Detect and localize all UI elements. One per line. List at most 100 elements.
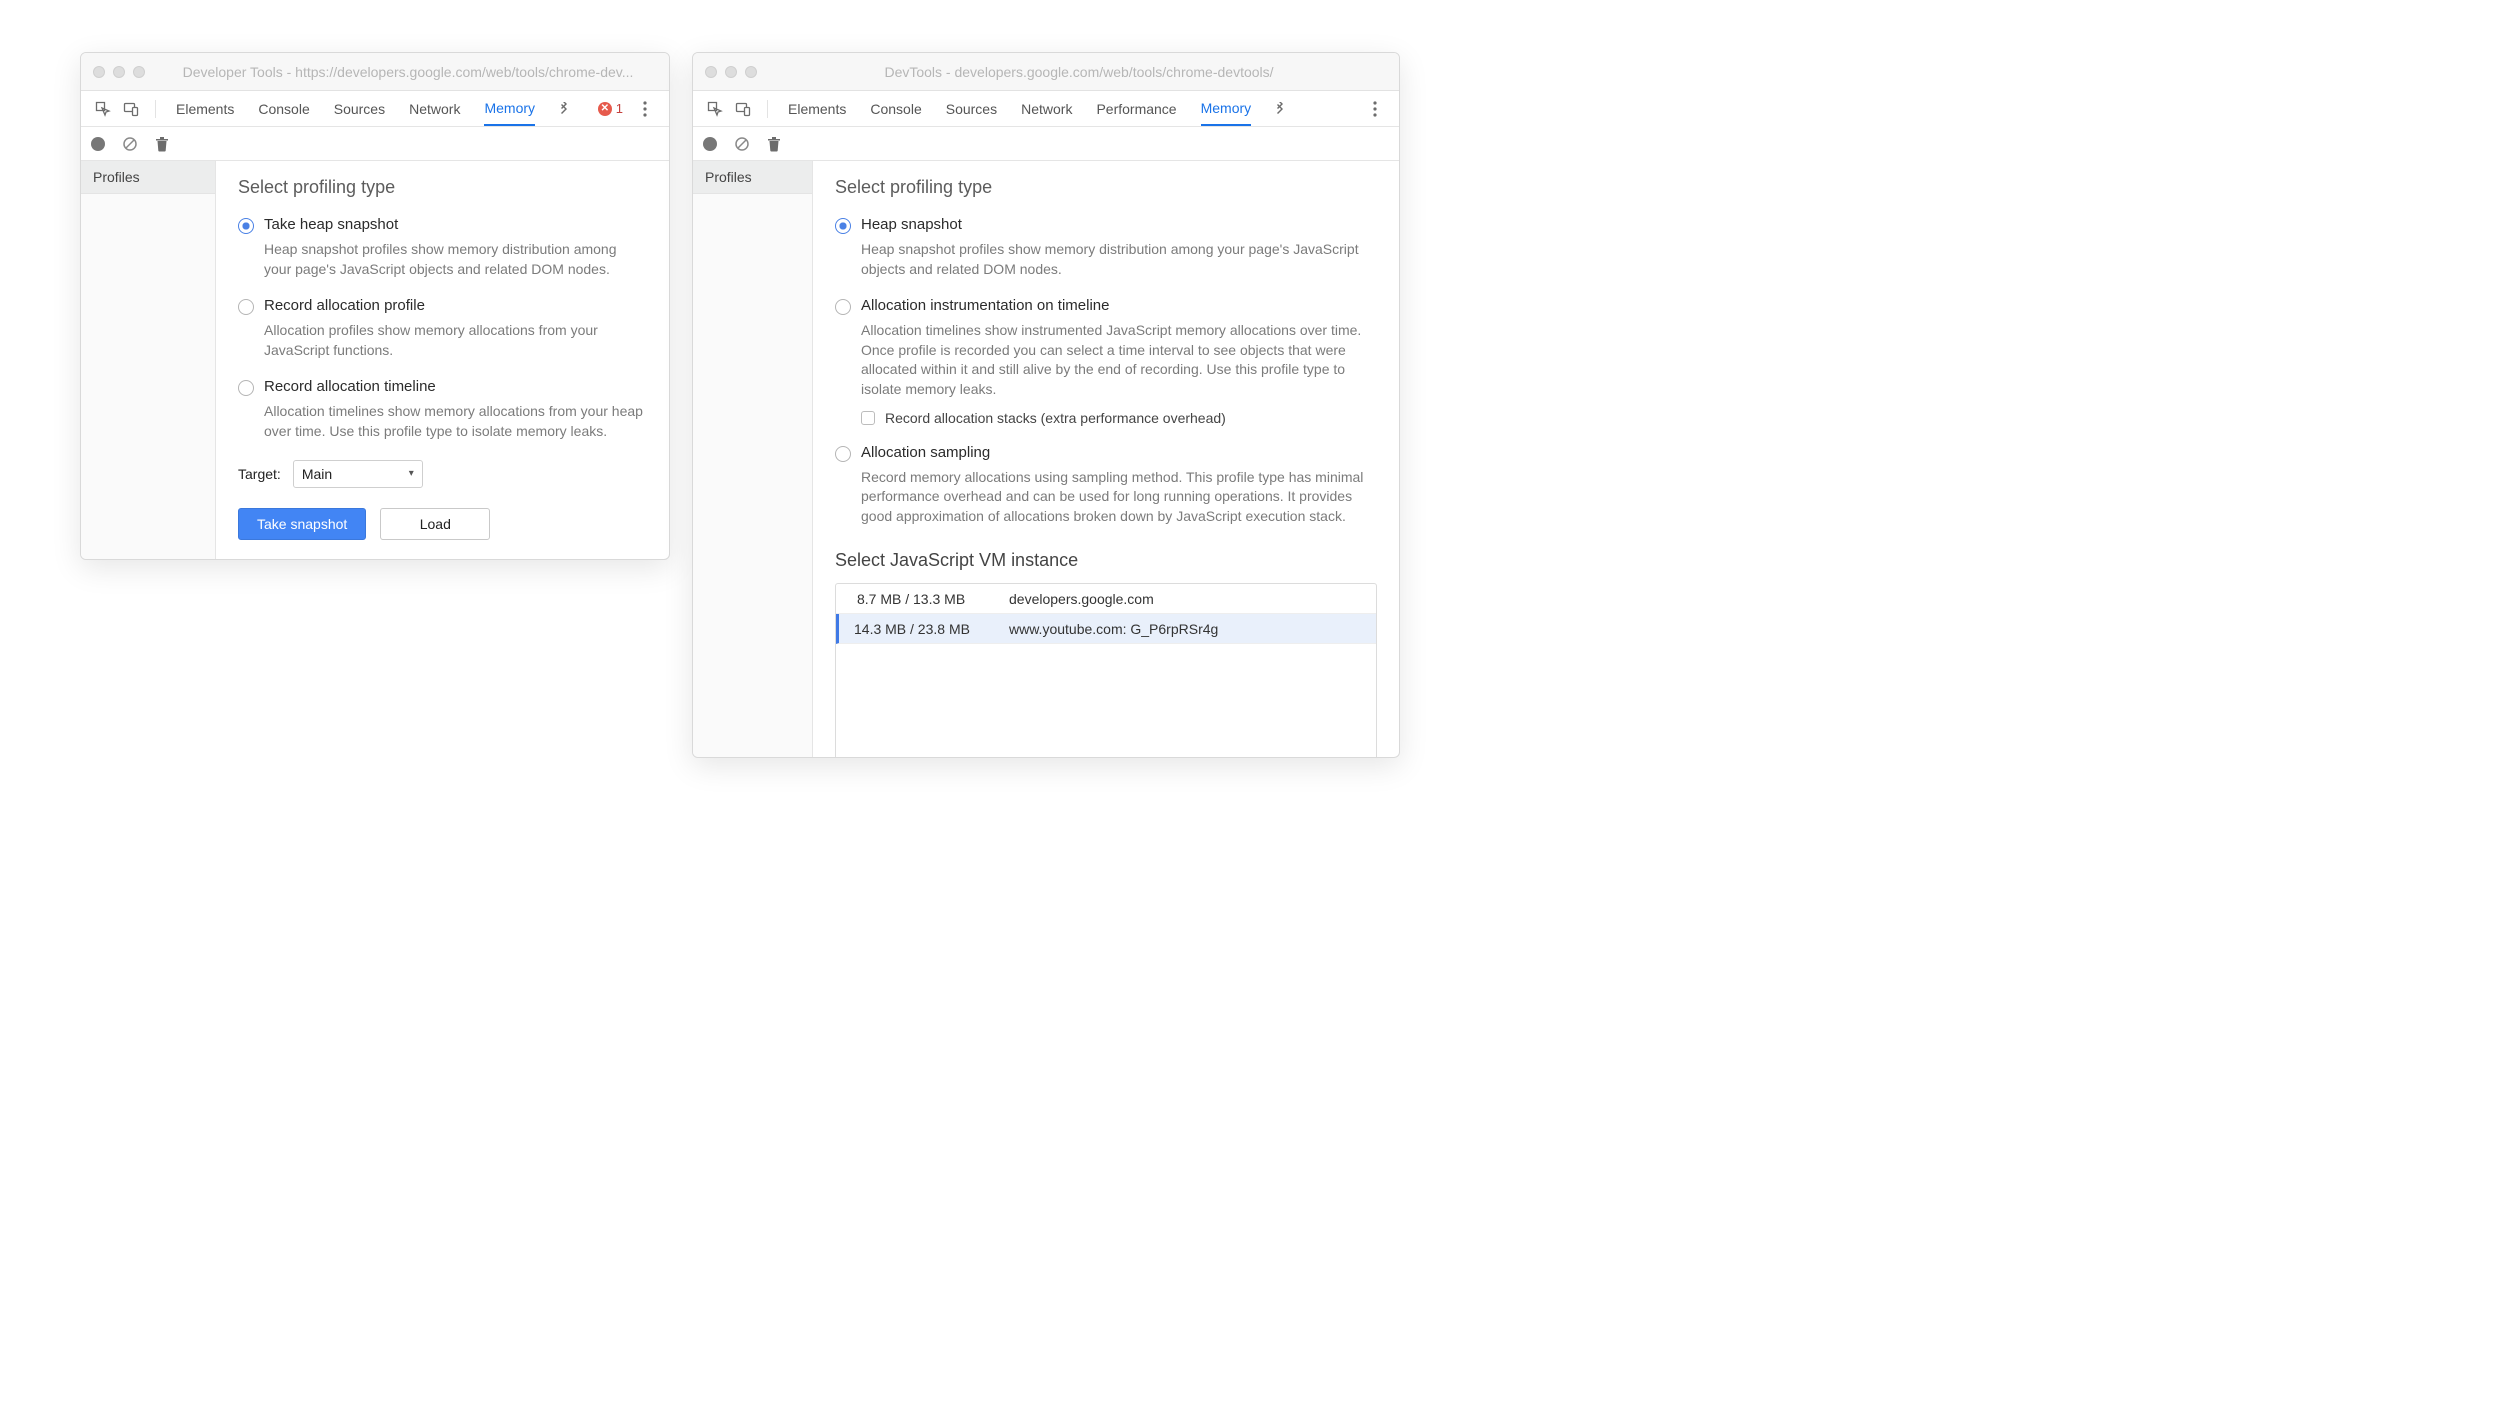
titlebar: Developer Tools - https://developers.goo…: [81, 53, 669, 91]
radio-heap-snapshot[interactable]: [835, 218, 851, 234]
clear-icon[interactable]: [121, 135, 139, 153]
toolbar-right: ✕ 1: [598, 97, 657, 121]
panel-tabstrip: Elements Console Sources Network Memory …: [81, 91, 669, 127]
tab-elements[interactable]: Elements: [788, 93, 846, 125]
option-heap-snapshot[interactable]: Heap snapshot Heap snapshot profiles sho…: [835, 216, 1377, 279]
target-row: Target: Main ▾: [238, 460, 647, 488]
more-tabs-icon[interactable]: [1269, 97, 1293, 121]
action-buttons: Take snapshot Load: [238, 508, 647, 540]
tab-memory[interactable]: Memory: [1201, 92, 1252, 126]
devtools-window-left: Developer Tools - https://developers.goo…: [80, 52, 670, 560]
separator: [155, 100, 156, 118]
zoom-traffic[interactable]: [133, 66, 145, 78]
radio-allocation-timeline[interactable]: [238, 380, 254, 396]
device-toggle-icon[interactable]: [119, 97, 143, 121]
chevron-down-icon: ▾: [409, 468, 414, 479]
option-allocation-timeline[interactable]: Record allocation timeline Allocation ti…: [238, 378, 647, 441]
tab-performance[interactable]: Performance: [1096, 93, 1176, 125]
panel-tabs: Elements Console Sources Network Memory: [176, 92, 594, 126]
option-title: Record allocation profile: [264, 297, 425, 314]
profiles-sidebar: Profiles: [693, 161, 813, 757]
profiling-subtoolbar: [693, 127, 1399, 161]
option-desc: Allocation timelines show memory allocat…: [264, 402, 647, 441]
select-profiling-type-heading: Select profiling type: [238, 177, 647, 198]
panel-tabstrip: Elements Console Sources Network Perform…: [693, 91, 1399, 127]
tab-sources[interactable]: Sources: [334, 93, 385, 125]
radio-allocation-sampling[interactable]: [835, 446, 851, 462]
record-icon[interactable]: [89, 135, 107, 153]
tab-network[interactable]: Network: [1021, 93, 1072, 125]
traffic-lights: [93, 66, 145, 78]
minimize-traffic[interactable]: [725, 66, 737, 78]
radio-allocation-timeline[interactable]: [835, 299, 851, 315]
vm-instance-table: 8.7 MB / 13.3 MB developers.google.com 1…: [835, 583, 1377, 757]
vm-instance-heading: Select JavaScript VM instance: [835, 550, 1377, 571]
option-title: Record allocation timeline: [264, 378, 436, 395]
profiles-section[interactable]: Profiles: [81, 161, 215, 194]
vm-row-selected[interactable]: 14.3 MB / 23.8 MB www.youtube.com: G_P6r…: [836, 614, 1376, 644]
inspect-element-icon[interactable]: [703, 97, 727, 121]
option-allocation-sampling[interactable]: Allocation sampling Record memory alloca…: [835, 444, 1377, 527]
profiling-content: Select profiling type Take heap snapshot…: [216, 161, 669, 559]
trash-icon[interactable]: [765, 135, 783, 153]
option-title: Take heap snapshot: [264, 216, 398, 233]
option-desc: Allocation profiles show memory allocati…: [264, 321, 647, 360]
vm-label: www.youtube.com: G_P6rpRSr4g: [1009, 621, 1376, 637]
minimize-traffic[interactable]: [113, 66, 125, 78]
titlebar: DevTools - developers.google.com/web/too…: [693, 53, 1399, 91]
record-stacks-label: Record allocation stacks (extra performa…: [885, 410, 1226, 426]
radio-allocation-profile[interactable]: [238, 299, 254, 315]
inspect-element-icon[interactable]: [91, 97, 115, 121]
target-value: Main: [302, 466, 332, 482]
target-label: Target:: [238, 466, 281, 482]
option-desc: Record memory allocations using sampling…: [861, 468, 1377, 527]
close-traffic[interactable]: [705, 66, 717, 78]
option-title: Allocation instrumentation on timeline: [861, 297, 1109, 314]
memory-panel-body: Profiles Select profiling type Heap snap…: [693, 161, 1399, 757]
device-toggle-icon[interactable]: [731, 97, 755, 121]
option-title: Allocation sampling: [861, 444, 990, 461]
error-count-value: 1: [616, 101, 623, 116]
record-stacks-checkbox[interactable]: [861, 411, 875, 425]
kebab-menu-icon[interactable]: [633, 97, 657, 121]
vm-row[interactable]: 8.7 MB / 13.3 MB developers.google.com: [836, 584, 1376, 614]
option-allocation-profile[interactable]: Record allocation profile Allocation pro…: [238, 297, 647, 360]
record-stacks-checkbox-row[interactable]: Record allocation stacks (extra performa…: [861, 410, 1377, 426]
trash-icon[interactable]: [153, 135, 171, 153]
target-select[interactable]: Main ▾: [293, 460, 423, 488]
clear-icon[interactable]: [733, 135, 751, 153]
error-count[interactable]: ✕ 1: [598, 101, 623, 116]
option-heap-snapshot[interactable]: Take heap snapshot Heap snapshot profile…: [238, 216, 647, 279]
option-desc: Heap snapshot profiles show memory distr…: [264, 240, 647, 279]
option-allocation-timeline[interactable]: Allocation instrumentation on timeline A…: [835, 297, 1377, 425]
tab-elements[interactable]: Elements: [176, 93, 234, 125]
tab-console[interactable]: Console: [258, 93, 309, 125]
vm-size: 8.7 MB / 13.3 MB: [839, 591, 1009, 607]
profiles-section[interactable]: Profiles: [693, 161, 812, 194]
devtools-window-right: DevTools - developers.google.com/web/too…: [692, 52, 1400, 758]
close-traffic[interactable]: [93, 66, 105, 78]
more-tabs-icon[interactable]: [553, 97, 577, 121]
error-icon: ✕: [598, 102, 612, 116]
option-desc: Allocation timelines show instrumented J…: [861, 321, 1377, 399]
window-title: Developer Tools - https://developers.goo…: [159, 64, 657, 80]
take-snapshot-button[interactable]: Take snapshot: [238, 508, 366, 540]
zoom-traffic[interactable]: [745, 66, 757, 78]
profiling-content: Select profiling type Heap snapshot Heap…: [813, 161, 1399, 757]
tab-network[interactable]: Network: [409, 93, 460, 125]
separator: [767, 100, 768, 118]
tab-sources[interactable]: Sources: [946, 93, 997, 125]
memory-panel-body: Profiles Select profiling type Take heap…: [81, 161, 669, 559]
select-profiling-type-heading: Select profiling type: [835, 177, 1377, 198]
kebab-menu-icon[interactable]: [1363, 97, 1387, 121]
radio-heap-snapshot[interactable]: [238, 218, 254, 234]
option-desc: Heap snapshot profiles show memory distr…: [861, 240, 1377, 279]
record-icon[interactable]: [701, 135, 719, 153]
profiles-sidebar: Profiles: [81, 161, 216, 559]
panel-tabs: Elements Console Sources Network Perform…: [788, 92, 1359, 126]
tab-memory[interactable]: Memory: [484, 92, 535, 126]
tab-console[interactable]: Console: [870, 93, 921, 125]
load-button[interactable]: Load: [380, 508, 490, 540]
traffic-lights: [705, 66, 757, 78]
vm-size: 14.3 MB / 23.8 MB: [839, 621, 1009, 637]
